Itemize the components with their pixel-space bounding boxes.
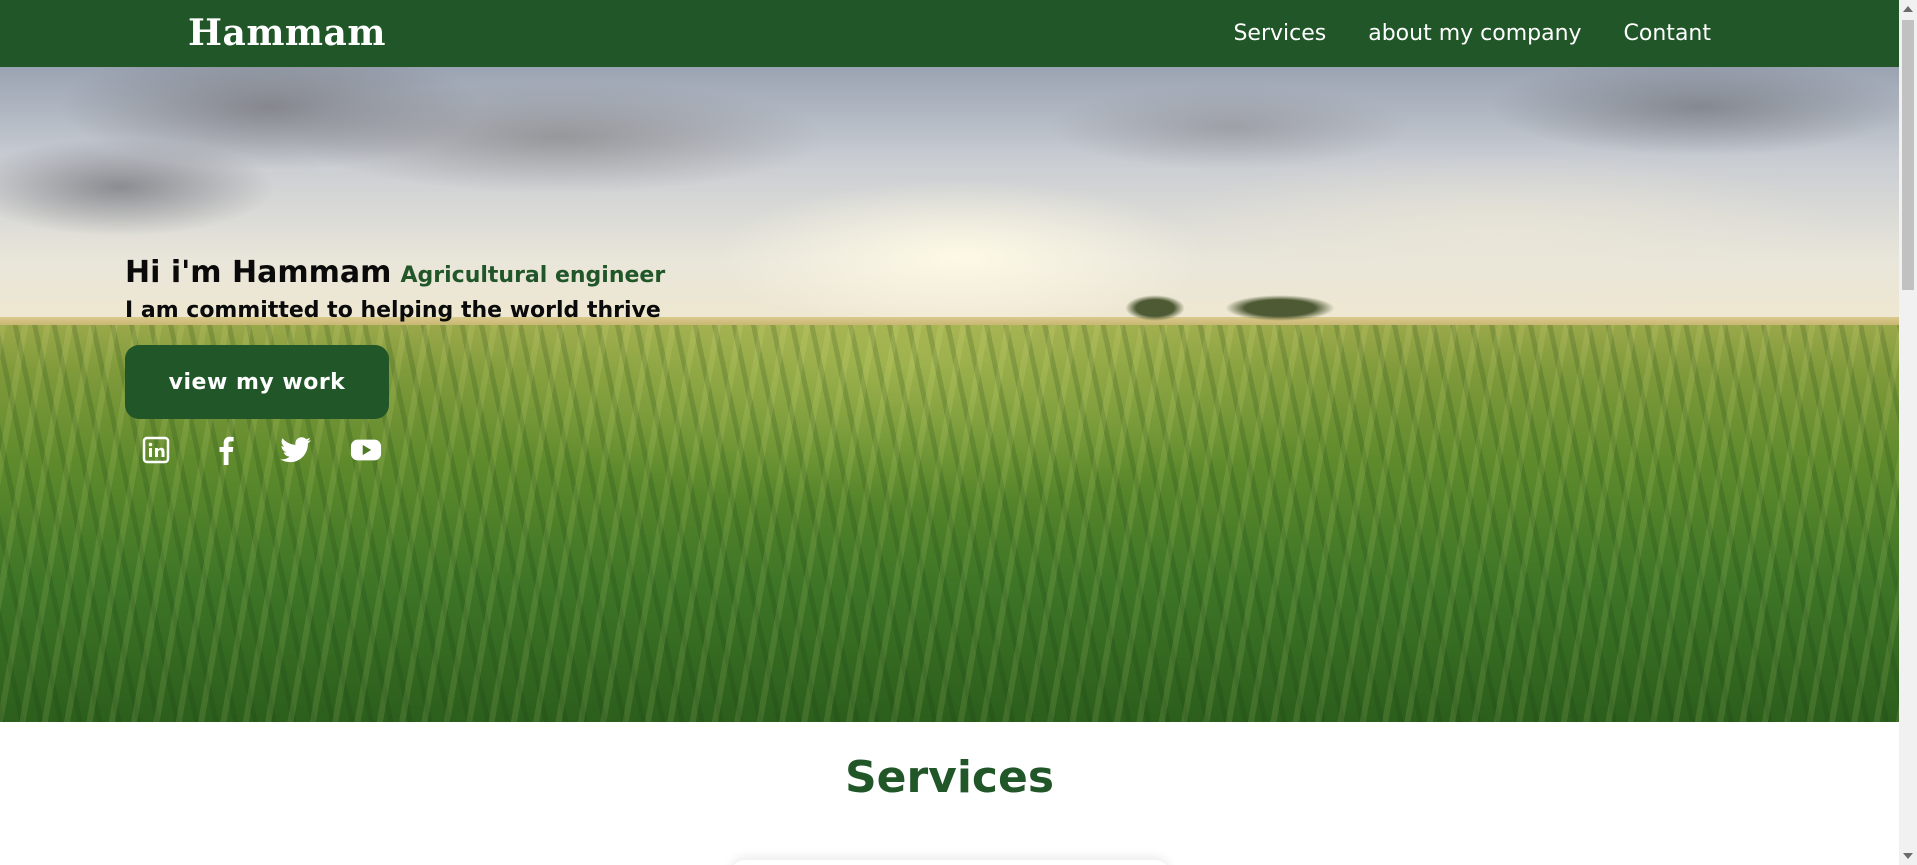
view-my-work-button[interactable]: view my work — [125, 345, 389, 419]
nav-link-contact[interactable]: Contant — [1624, 21, 1711, 46]
scroll-down-arrow-icon[interactable] — [1903, 853, 1913, 859]
nav-link-about[interactable]: about my company — [1368, 21, 1581, 46]
social-links — [140, 434, 382, 466]
service-card — [730, 860, 1170, 865]
brand-logo[interactable]: Hammam — [188, 12, 386, 54]
hero-section: Hi i'm Hammam Agricultural engineer I am… — [0, 67, 1899, 722]
navbar: Hammam Services about my company Contant — [0, 0, 1899, 67]
vertical-scrollbar[interactable] — [1899, 0, 1917, 865]
facebook-icon[interactable] — [210, 434, 242, 466]
services-heading: Services — [844, 752, 1055, 803]
page: Hammam Services about my company Contant… — [0, 0, 1917, 865]
hero-role: Agricultural engineer — [400, 263, 666, 288]
youtube-icon[interactable] — [350, 434, 382, 466]
scroll-thumb[interactable] — [1902, 20, 1914, 290]
linkedin-icon[interactable] — [140, 434, 172, 466]
hero-text: Hi i'm Hammam Agricultural engineer I am… — [125, 255, 665, 323]
hero-trees — [1225, 295, 1335, 321]
hero-greeting: Hi i'm Hammam — [125, 255, 392, 290]
hero-tagline: I am committed to helping the world thri… — [125, 298, 661, 323]
scroll-up-arrow-icon[interactable] — [1903, 6, 1913, 12]
hero-trees — [1125, 295, 1185, 321]
twitter-icon[interactable] — [280, 434, 312, 466]
nav-link-services[interactable]: Services — [1233, 21, 1326, 46]
nav-links: Services about my company Contant — [1233, 0, 1711, 67]
